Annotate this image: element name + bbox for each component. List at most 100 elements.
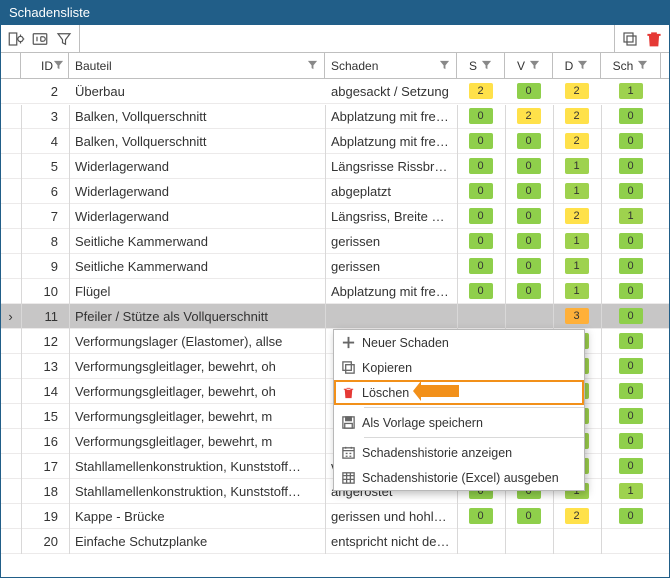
table-row[interactable]: ›11Pfeiler / Stütze als Vollquerschnitt3… [1, 304, 669, 329]
bauteil-cell: Verformungsgleitlager, bewehrt, m [69, 429, 325, 454]
v-column-header[interactable]: V [505, 53, 553, 78]
filter-icon[interactable] [637, 59, 648, 73]
id-column-header[interactable]: ID [21, 53, 69, 78]
status-badge: 3 [565, 308, 589, 324]
expand-indicator [1, 104, 21, 129]
table-row[interactable]: 8Seitliche Kammerwandgerissen0010 [1, 229, 669, 254]
bauteil-cell: Pfeiler / Stütze als Vollquerschnitt [69, 304, 325, 329]
duplicate-button[interactable] [619, 28, 641, 50]
sch-column-header[interactable]: Sch [601, 53, 661, 78]
table-row[interactable]: 3Balken, VollquerschnittAbplatzung mit f… [1, 104, 669, 129]
v-cell: 2 [505, 104, 553, 129]
filter-icon[interactable] [307, 59, 318, 73]
v-cell: 0 [505, 204, 553, 229]
context-menu-item[interactable]: Löschen [334, 380, 584, 405]
column-headers: ID Bauteil Schaden S V D [1, 53, 669, 79]
context-menu-item[interactable]: Kopieren [334, 355, 584, 380]
schaden-column-header[interactable]: Schaden [325, 53, 457, 78]
status-badge: 1 [565, 233, 589, 249]
status-badge: 1 [619, 483, 643, 499]
bauteil-cell: Flügel [69, 279, 325, 304]
v-cell [505, 529, 553, 554]
id-cell: 13 [21, 354, 69, 379]
d-column-header[interactable]: D [553, 53, 601, 78]
table-row[interactable]: 6Widerlagerwandabgeplatzt0010 [1, 179, 669, 204]
status-badge: 0 [619, 258, 643, 274]
expand-indicator [1, 179, 21, 204]
context-menu-item[interactable]: Schadenshistorie anzeigen [334, 440, 584, 465]
filter-icon[interactable] [577, 59, 588, 73]
table-row[interactable]: 9Seitliche Kammerwandgerissen0010 [1, 254, 669, 279]
s-cell: 0 [457, 504, 505, 529]
filter-button[interactable] [53, 28, 75, 50]
status-badge: 1 [565, 183, 589, 199]
filter-icon[interactable] [481, 59, 492, 73]
v-cell: 0 [505, 129, 553, 154]
trash-icon [334, 385, 362, 400]
delete-button[interactable] [643, 28, 665, 50]
status-badge: 1 [619, 83, 643, 99]
table-row[interactable]: 19Kappe - Brückegerissen und hohl klir00… [1, 504, 669, 529]
sch-cell: 0 [601, 429, 661, 454]
s-cell [457, 304, 505, 329]
sch-cell: 0 [601, 354, 661, 379]
context-menu: Neuer Schaden Kopieren Löschen Als Vorlage … [333, 329, 585, 491]
filter-icon[interactable] [529, 59, 540, 73]
sch-cell: 0 [601, 404, 661, 429]
d-cell [553, 529, 601, 554]
id-cell: 19 [21, 504, 69, 529]
status-badge: 0 [619, 233, 643, 249]
s-cell: 0 [457, 229, 505, 254]
filter-icon[interactable] [439, 59, 450, 73]
status-badge: 0 [469, 508, 493, 524]
sch-cell: 0 [601, 254, 661, 279]
status-badge: 0 [619, 383, 643, 399]
table-row[interactable]: 2Überbauabgesackt / Setzung2021 [1, 79, 669, 104]
bauteil-column-header[interactable]: Bauteil [69, 53, 325, 78]
status-badge: 0 [517, 233, 541, 249]
filter-icon[interactable] [53, 59, 64, 73]
status-badge: 0 [619, 433, 643, 449]
bauteil-cell: Verformungsgleitlager, bewehrt, oh [69, 354, 325, 379]
sch-cell: 0 [601, 454, 661, 479]
schaden-cell: abgeplatzt [325, 179, 457, 204]
sch-cell: 1 [601, 479, 661, 504]
status-badge: 0 [619, 508, 643, 524]
sch-cell: 0 [601, 129, 661, 154]
menu-item-label: Schadenshistorie (Excel) ausgeben [362, 471, 559, 485]
schaden-cell: Abplatzung mit freilie [325, 104, 457, 129]
bauteil-cell: Verformungslager (Elastomer), allse [69, 329, 325, 354]
id-cell: 15 [21, 404, 69, 429]
status-badge: 0 [619, 458, 643, 474]
d-cell: 1 [553, 229, 601, 254]
context-menu-item[interactable]: Neuer Schaden [334, 330, 584, 355]
show-id-button[interactable] [29, 28, 51, 50]
menu-item-label: Kopieren [362, 361, 412, 375]
status-badge: 2 [469, 83, 493, 99]
id-cell: 6 [21, 179, 69, 204]
status-badge: 0 [469, 158, 493, 174]
bauteil-cell: Stahllamellenkonstruktion, Kunststoff… [69, 479, 325, 504]
table-row[interactable]: 10FlügelAbplatzung mit freilie0010 [1, 279, 669, 304]
configure-columns-button[interactable] [5, 28, 27, 50]
table-row[interactable]: 5WiderlagerwandLängsrisse Rissbreite ‹00… [1, 154, 669, 179]
v-cell: 0 [505, 179, 553, 204]
bauteil-cell: Stahllamellenkonstruktion, Kunststoff… [69, 454, 325, 479]
schaden-cell: Abplatzung mit freilie [325, 279, 457, 304]
id-cell: 2 [21, 79, 69, 104]
status-badge: 0 [619, 333, 643, 349]
s-column-header[interactable]: S [457, 53, 505, 78]
schaden-cell: entspricht nicht den V [325, 529, 457, 554]
context-menu-item[interactable]: Schadenshistorie (Excel) ausgeben [334, 465, 584, 490]
s-cell: 0 [457, 104, 505, 129]
status-badge: 2 [565, 108, 589, 124]
d-cell: 2 [553, 504, 601, 529]
table-row[interactable]: 7WiderlagerwandLängsriss, Breite 0,3 n00… [1, 204, 669, 229]
table-row[interactable]: 4Balken, VollquerschnittAbplatzung mit f… [1, 129, 669, 154]
status-badge: 0 [469, 133, 493, 149]
table-row[interactable]: 20Einfache Schutzplankeentspricht nicht … [1, 529, 669, 554]
v-cell: 0 [505, 154, 553, 179]
expand-indicator [1, 454, 21, 479]
context-menu-item[interactable]: Als Vorlage speichern [334, 410, 584, 435]
expand-indicator [1, 354, 21, 379]
